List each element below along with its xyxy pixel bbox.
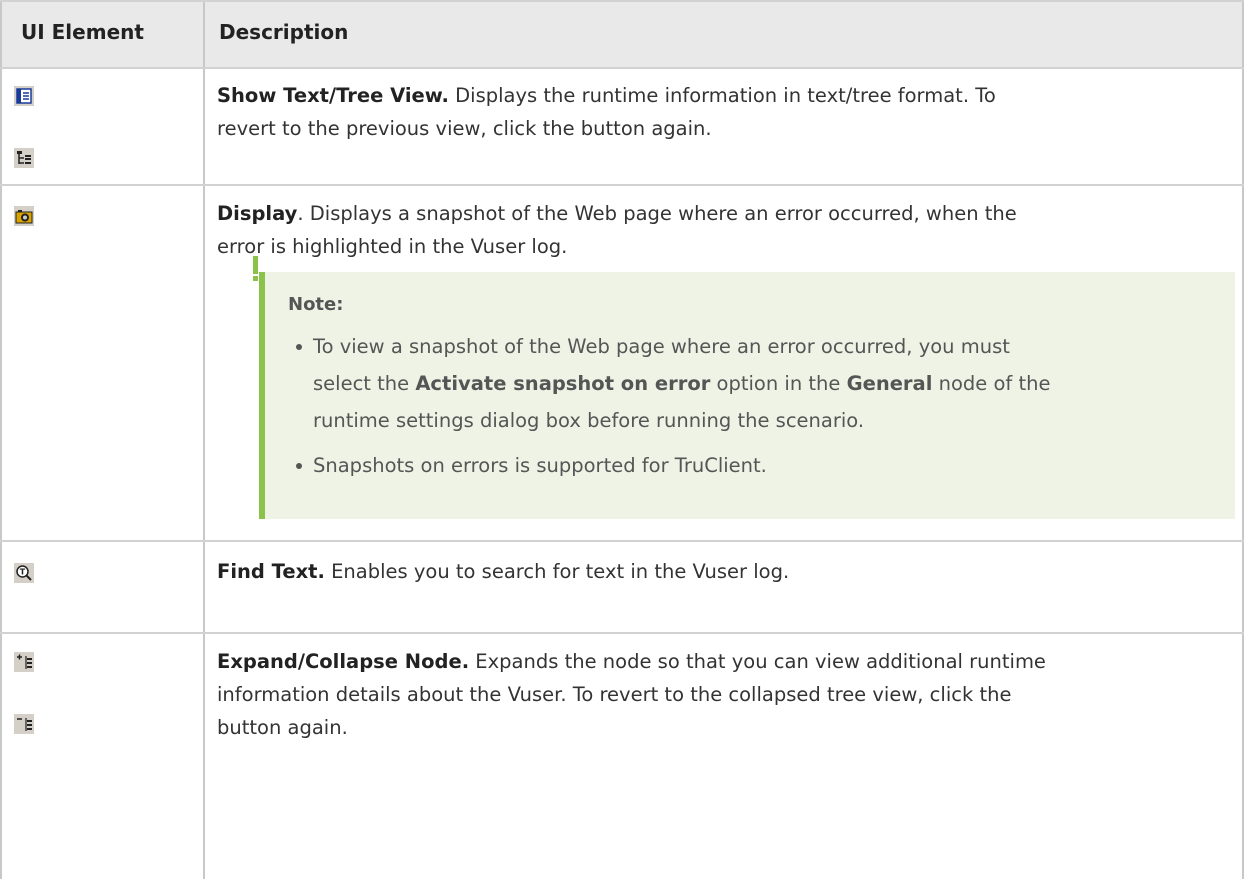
row-title: Show Text/Tree View. bbox=[217, 84, 449, 107]
bullet bbox=[296, 344, 302, 350]
column-divider bbox=[203, 0, 205, 879]
row-description: Show Text/Tree View. Displays the runtim… bbox=[217, 79, 996, 145]
row-title: Expand/Collapse Node. bbox=[217, 650, 470, 673]
row-description: Expand/Collapse Node. Expands the node s… bbox=[217, 645, 1046, 744]
tree-view-icon bbox=[14, 148, 34, 168]
svg-text:T: T bbox=[20, 568, 26, 577]
description-text: Displays the runtime information in text… bbox=[455, 84, 996, 107]
row-divider bbox=[0, 540, 1244, 542]
row-description: Display. Displays a snapshot of the Web … bbox=[217, 197, 1017, 263]
note-text: option in the bbox=[710, 372, 847, 395]
note-icon-dot bbox=[253, 276, 258, 281]
note-bold-text: General bbox=[846, 372, 933, 395]
note-text: To view a snapshot of the Web page where… bbox=[313, 335, 1010, 358]
row-description: Find Text. Enables you to search for tex… bbox=[217, 555, 789, 588]
row-divider bbox=[0, 632, 1244, 634]
collapse-node-icon bbox=[14, 714, 34, 734]
row-title: Display bbox=[217, 202, 298, 225]
note-text: Snapshots on errors is supported for Tru… bbox=[313, 454, 767, 477]
description-text: error is highlighted in the Vuser log. bbox=[217, 235, 568, 258]
description-text: information details about the Vuser. To … bbox=[217, 683, 1012, 706]
header-description: Description bbox=[219, 20, 349, 44]
find-text-icon: T bbox=[14, 563, 34, 583]
row-title: Find Text. bbox=[217, 560, 325, 583]
description-text: revert to the previous view, click the b… bbox=[217, 117, 712, 140]
note-icon bbox=[253, 256, 258, 274]
expand-node-icon bbox=[14, 652, 34, 672]
table-border-left bbox=[0, 0, 2, 879]
note-title: Note: bbox=[288, 294, 344, 315]
table-border-top bbox=[0, 0, 1244, 2]
ui-elements-table: UI Element Description Show Text/Tree Vi… bbox=[0, 0, 1244, 879]
row-divider bbox=[0, 67, 1244, 69]
text-view-icon bbox=[14, 86, 34, 106]
note-text: select the bbox=[313, 372, 416, 395]
description-text: Enables you to search for text in the Vu… bbox=[324, 560, 790, 583]
note-text: node of the bbox=[932, 372, 1051, 395]
note-list-item: To view a snapshot of the Web page where… bbox=[313, 328, 1050, 439]
note-list-item: Snapshots on errors is supported for Tru… bbox=[313, 447, 767, 484]
camera-icon bbox=[14, 206, 34, 226]
description-text: button again. bbox=[217, 716, 348, 739]
bullet bbox=[296, 463, 302, 469]
header-ui-element: UI Element bbox=[21, 20, 144, 44]
table-header: UI Element Description bbox=[0, 0, 1244, 68]
note-text: runtime settings dialog box before runni… bbox=[313, 409, 865, 432]
description-text: . Displays a snapshot of the Web page wh… bbox=[297, 202, 1017, 225]
row-divider bbox=[0, 184, 1244, 186]
description-text: Expands the node so that you can view ad… bbox=[469, 650, 1046, 673]
note-bold-text: Activate snapshot on error bbox=[415, 372, 711, 395]
